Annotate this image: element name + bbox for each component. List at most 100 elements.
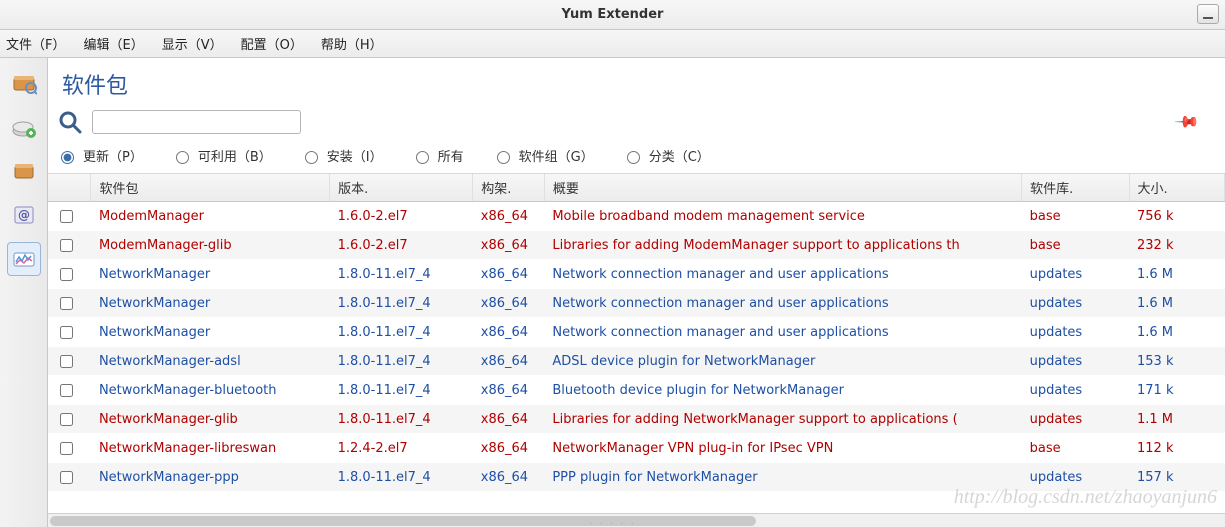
cell-package: NetworkManager-ppp [91, 463, 330, 492]
table-row[interactable]: NetworkManager-bluetooth1.8.0-11.el7_4x8… [48, 376, 1225, 405]
cell-repo: updates [1022, 260, 1129, 289]
table-row[interactable]: NetworkManager1.8.0-11.el7_4x86_64Networ… [48, 260, 1225, 289]
package-table: 软件包 版本. 构架. 概要 软件库. 大小. ModemManager1.6.… [48, 174, 1225, 492]
row-checkbox[interactable] [48, 202, 91, 231]
tool-repos-icon[interactable]: @ [7, 198, 41, 232]
menu-edit[interactable]: 编辑（E） [83, 34, 143, 53]
filter-categories-label: 分类（C） [649, 146, 710, 165]
row-checkbox[interactable] [48, 289, 91, 318]
cell-version: 1.8.0-11.el7_4 [330, 376, 473, 405]
cell-arch: x86_64 [473, 463, 545, 492]
cell-summary: Network connection manager and user appl… [544, 318, 1021, 347]
table-row[interactable]: NetworkManager-glib1.8.0-11.el7_4x86_64L… [48, 405, 1225, 434]
cell-size: 232 k [1129, 231, 1225, 260]
cell-summary: Network connection manager and user appl… [544, 289, 1021, 318]
cell-version: 1.2.4-2.el7 [330, 434, 473, 463]
cell-arch: x86_64 [473, 260, 545, 289]
left-toolbar: @ [0, 58, 48, 527]
cell-package: NetworkManager-adsl [91, 347, 330, 376]
search-icon[interactable] [56, 108, 84, 136]
table-row[interactable]: ModemManager1.6.0-2.el7x86_64Mobile broa… [48, 202, 1225, 231]
cell-version: 1.6.0-2.el7 [330, 231, 473, 260]
table-row[interactable]: NetworkManager-libreswan1.2.4-2.el7x86_6… [48, 434, 1225, 463]
col-size[interactable]: 大小. [1129, 174, 1225, 202]
menu-help[interactable]: 帮助（H） [321, 34, 383, 53]
cell-arch: x86_64 [473, 405, 545, 434]
filter-update-label: 更新（P） [83, 146, 143, 165]
cell-arch: x86_64 [473, 434, 545, 463]
cell-version: 1.8.0-11.el7_4 [330, 405, 473, 434]
filter-categories[interactable]: 分类（C） [622, 146, 710, 165]
search-input[interactable] [92, 110, 301, 134]
menu-view[interactable]: 显示（V） [162, 34, 223, 53]
tool-packages-icon[interactable] [7, 66, 41, 100]
cell-size: 112 k [1129, 434, 1225, 463]
filter-installed[interactable]: 安装（I） [300, 146, 383, 165]
svg-text:@: @ [18, 208, 30, 222]
table-row[interactable]: NetworkManager-adsl1.8.0-11.el7_4x86_64A… [48, 347, 1225, 376]
cell-package: NetworkManager-libreswan [91, 434, 330, 463]
filter-available[interactable]: 可利用（B） [171, 146, 272, 165]
table-header-row: 软件包 版本. 构架. 概要 软件库. 大小. [48, 174, 1225, 202]
cell-size: 171 k [1129, 376, 1225, 405]
cell-size: 1.1 M [1129, 405, 1225, 434]
minimize-button[interactable] [1197, 4, 1219, 24]
cell-size: 1.6 M [1129, 260, 1225, 289]
cell-package: NetworkManager-bluetooth [91, 376, 330, 405]
filter-all[interactable]: 所有 [411, 146, 464, 165]
tool-output-icon[interactable] [7, 242, 41, 276]
table-row[interactable]: ModemManager-glib1.6.0-2.el7x86_64Librar… [48, 231, 1225, 260]
col-version[interactable]: 版本. [330, 174, 473, 202]
tool-history-icon[interactable] [7, 154, 41, 188]
page-title: 软件包 [48, 58, 1225, 106]
table-row[interactable]: NetworkManager-ppp1.8.0-11.el7_4x86_64PP… [48, 463, 1225, 492]
cell-repo: base [1022, 231, 1129, 260]
cell-package: ModemManager [91, 202, 330, 231]
row-checkbox[interactable] [48, 231, 91, 260]
col-repo[interactable]: 软件库. [1022, 174, 1129, 202]
row-checkbox[interactable] [48, 376, 91, 405]
row-checkbox[interactable] [48, 434, 91, 463]
tool-pending-icon[interactable] [7, 110, 41, 144]
menu-bar: 文件（F） 编辑（E） 显示（V） 配置（O） 帮助（H） [0, 30, 1225, 58]
cell-arch: x86_64 [473, 231, 545, 260]
cell-size: 153 k [1129, 347, 1225, 376]
filter-groups[interactable]: 软件组（G） [492, 146, 594, 165]
menu-config[interactable]: 配置（O） [241, 34, 303, 53]
cell-package: NetworkManager [91, 260, 330, 289]
cell-version: 1.8.0-11.el7_4 [330, 318, 473, 347]
cell-size: 157 k [1129, 463, 1225, 492]
cell-version: 1.8.0-11.el7_4 [330, 463, 473, 492]
filter-update[interactable]: 更新（P） [56, 146, 143, 165]
col-checkbox[interactable] [48, 174, 91, 202]
col-package[interactable]: 软件包 [91, 174, 330, 202]
resize-grip-icon[interactable]: . . . . . [589, 516, 636, 527]
cell-repo: updates [1022, 376, 1129, 405]
menu-file[interactable]: 文件（F） [6, 34, 65, 53]
horizontal-scrollbar[interactable] [48, 513, 1225, 527]
cell-summary: Bluetooth device plugin for NetworkManag… [544, 376, 1021, 405]
row-checkbox[interactable] [48, 405, 91, 434]
filter-available-label: 可利用（B） [198, 146, 272, 165]
table-row[interactable]: NetworkManager1.8.0-11.el7_4x86_64Networ… [48, 318, 1225, 347]
cell-repo: updates [1022, 463, 1129, 492]
cell-size: 1.6 M [1129, 289, 1225, 318]
row-checkbox[interactable] [48, 347, 91, 376]
row-checkbox[interactable] [48, 260, 91, 289]
cell-repo: base [1022, 202, 1129, 231]
cell-summary: Mobile broadband modem management servic… [544, 202, 1021, 231]
cell-package: NetworkManager-glib [91, 405, 330, 434]
cell-summary: Network connection manager and user appl… [544, 260, 1021, 289]
cell-summary: ADSL device plugin for NetworkManager [544, 347, 1021, 376]
cell-arch: x86_64 [473, 202, 545, 231]
cell-arch: x86_64 [473, 289, 545, 318]
clear-icon[interactable]: 📌 [1173, 108, 1201, 136]
col-summary[interactable]: 概要 [544, 174, 1021, 202]
row-checkbox[interactable] [48, 463, 91, 492]
cell-summary: Libraries for adding ModemManager suppor… [544, 231, 1021, 260]
table-row[interactable]: NetworkManager1.8.0-11.el7_4x86_64Networ… [48, 289, 1225, 318]
cell-package: ModemManager-glib [91, 231, 330, 260]
col-arch[interactable]: 构架. [473, 174, 545, 202]
row-checkbox[interactable] [48, 318, 91, 347]
cell-arch: x86_64 [473, 318, 545, 347]
